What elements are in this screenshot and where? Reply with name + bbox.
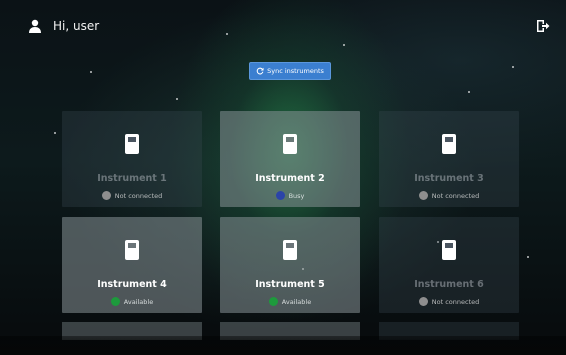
status-label: Available bbox=[123, 297, 154, 306]
star bbox=[527, 256, 529, 258]
instrument-name: Instrument 1 bbox=[97, 173, 167, 184]
instrument-tile[interactable]: Instrument 3 Not connected bbox=[379, 111, 519, 207]
status-dot bbox=[110, 297, 120, 306]
instrument-name: Instrument 2 bbox=[255, 173, 325, 184]
status-label: Not connected bbox=[431, 191, 480, 200]
device-icon bbox=[125, 240, 139, 260]
app-screen: Hi, user Sync instruments Instrument 1 N… bbox=[0, 0, 566, 355]
status-label: Not connected bbox=[114, 191, 163, 200]
top-bar: Hi, user bbox=[0, 0, 566, 46]
instrument-status: Available bbox=[62, 297, 202, 306]
instrument-status: Not connected bbox=[379, 191, 519, 200]
star bbox=[54, 132, 56, 134]
greeting-text: Hi, user bbox=[53, 19, 100, 33]
status-dot bbox=[268, 297, 278, 306]
instrument-name: Instrument 4 bbox=[97, 279, 167, 290]
device-icon bbox=[125, 134, 139, 154]
status-dot bbox=[418, 297, 428, 306]
instrument-status: Not connected bbox=[379, 297, 519, 306]
instrument-tile[interactable]: Instrument 5 Available bbox=[220, 217, 360, 313]
device-icon bbox=[283, 240, 297, 260]
status-dot bbox=[101, 191, 111, 200]
status-label: Busy bbox=[288, 191, 305, 200]
status-label: Available bbox=[281, 297, 312, 306]
logout-icon[interactable] bbox=[536, 19, 550, 33]
instrument-status: Busy bbox=[220, 191, 360, 200]
instrument-name: Instrument 3 bbox=[414, 173, 484, 184]
instrument-tile[interactable]: Instrument 2 Busy bbox=[220, 111, 360, 207]
instrument-tile[interactable]: Instrument 1 Not connected bbox=[62, 111, 202, 207]
status-label: Not connected bbox=[431, 297, 480, 306]
status-dot bbox=[418, 191, 428, 200]
instrument-name: Instrument 6 bbox=[414, 279, 484, 290]
refresh-icon bbox=[256, 67, 264, 75]
sync-button-label: Sync instruments bbox=[267, 67, 324, 75]
bottom-fade bbox=[0, 336, 566, 355]
status-dot bbox=[275, 191, 285, 200]
star bbox=[512, 66, 514, 68]
device-icon bbox=[283, 134, 297, 154]
instrument-status: Not connected bbox=[62, 191, 202, 200]
star bbox=[176, 98, 178, 100]
star bbox=[468, 91, 470, 93]
sync-instruments-button[interactable]: Sync instruments bbox=[249, 62, 331, 80]
device-icon bbox=[442, 240, 456, 260]
instrument-status: Available bbox=[220, 297, 360, 306]
instrument-name: Instrument 5 bbox=[255, 279, 325, 290]
instrument-tile[interactable]: Instrument 4 Available bbox=[62, 217, 202, 313]
instrument-tile[interactable]: Instrument 6 Not connected bbox=[379, 217, 519, 313]
star bbox=[90, 71, 92, 73]
device-icon bbox=[442, 134, 456, 154]
user-icon bbox=[29, 19, 41, 33]
